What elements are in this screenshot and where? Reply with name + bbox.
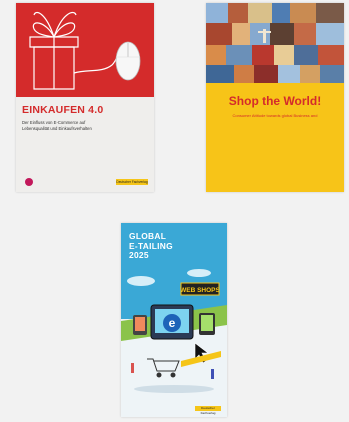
- publisher-label: Deutscher Fachverlag: [195, 406, 221, 415]
- book-cover-shop-the-world[interactable]: Shop the World! Consumer Attitude toward…: [206, 3, 344, 192]
- e-commerce-illustration: WEB SHOPS e: [121, 269, 227, 393]
- gift-and-mouse-icon: [29, 11, 141, 90]
- book-title: Shop the World!: [228, 94, 322, 108]
- web-shops-sign: WEB SHOPS: [180, 282, 221, 296]
- shopping-cart-icon: [147, 358, 180, 378]
- svg-text:WEB SHOPS: WEB SHOPS: [180, 287, 220, 294]
- publisher-label: Deutscher Fachverlag: [116, 179, 148, 185]
- cover-top-panel: [16, 3, 154, 97]
- book-subtitle: Der Einfluss von E-Commerce auf Lebensqu…: [22, 120, 92, 131]
- travel-photo-collage: [206, 3, 344, 83]
- book-title: GLOBAL E-TAILING 2025: [129, 231, 209, 261]
- svg-text:e: e: [169, 316, 176, 330]
- book-title: EINKAUFEN 4.0: [22, 104, 104, 116]
- book-title-line-3: 2025: [129, 250, 149, 260]
- book-subtitle: Consumer Attitude towards global Busines…: [232, 113, 318, 118]
- photo-collage-image: [206, 3, 344, 83]
- book-cover-einkaufen[interactable]: EINKAUFEN 4.0 Der Einfluss von E-Commerc…: [16, 3, 154, 192]
- mouse-icon: [115, 41, 141, 81]
- publisher-logo-icon: [25, 178, 33, 186]
- book-cover-global-etailing[interactable]: GLOBAL E-TAILING 2025 WEB SHOPS e Deutsc…: [121, 223, 227, 417]
